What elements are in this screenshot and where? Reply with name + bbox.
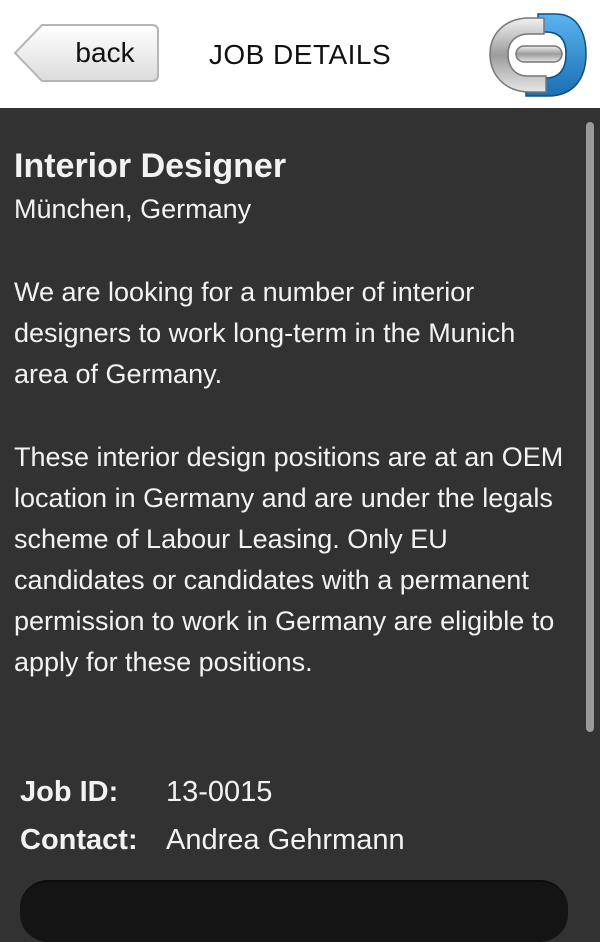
page-title: JOB DETAILS	[208, 39, 392, 70]
job-description-paragraph: We are looking for a number of interior …	[14, 277, 516, 389]
apply-button[interactable]	[20, 880, 568, 942]
scrollbar[interactable]	[586, 122, 594, 732]
job-title: Interior Designer	[14, 147, 287, 185]
job-location: München, Germany	[14, 194, 252, 224]
contact-label: Contact:	[20, 824, 138, 856]
job-id-label: Job ID:	[20, 776, 119, 808]
job-description-paragraph: These interior design positions are at a…	[14, 442, 564, 677]
company-logo	[486, 8, 588, 100]
back-button-label: back	[75, 37, 135, 68]
logo-icon	[489, 13, 587, 97]
header-bar: back JOB DETAILS	[0, 0, 600, 108]
back-button[interactable]: back	[12, 23, 160, 83]
contact-value[interactable]: Andrea Gehrmann	[166, 820, 405, 860]
job-id-value: 13-0015	[166, 776, 273, 808]
